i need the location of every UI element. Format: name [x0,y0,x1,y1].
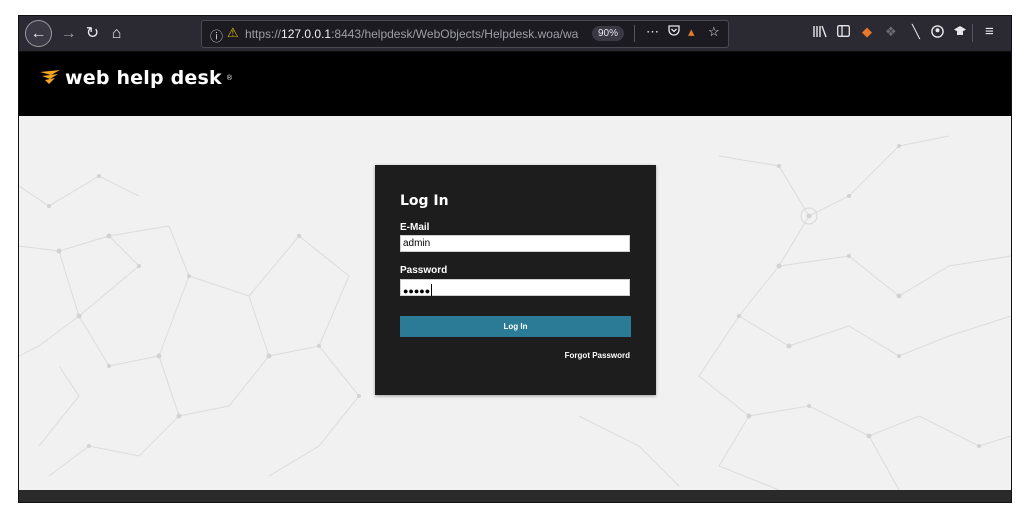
graduation-icon[interactable] [953,25,967,40]
logo-trademark: ® [226,74,232,82]
home-button[interactable]: ⌂ [103,20,130,47]
zoom-indicator[interactable]: 90% [592,26,625,41]
url-bar[interactable]: ⓘ ⚠ https://127.0.0.1:8443/helpdesk/WebO… [201,20,729,48]
email-field[interactable] [400,235,630,252]
text-caret [431,284,432,296]
app-header: web help desk ® [19,52,1011,116]
email-label: E-Mail [400,222,430,233]
dropper-icon[interactable]: ╲ [912,25,920,38]
url-path: :8443/helpdesk/WebObjects/Helpdesk.woa/w… [331,27,579,41]
home-icon: ⌂ [111,24,122,42]
hamburger-menu-icon[interactable]: ≡ [985,24,994,39]
warning-icon[interactable]: ⚠ [227,25,239,41]
library-icon[interactable] [813,25,827,40]
password-label: Password [400,265,448,276]
login-card: Log In E-Mail Password ●●●●● Log In Forg… [375,165,656,395]
more-icon[interactable]: ⋯ [646,24,659,40]
login-button[interactable]: Log In [400,316,631,337]
pocket-icon[interactable] [668,24,680,39]
password-field[interactable] [400,279,630,296]
browser-window: ← → ↻ ⌂ ⓘ ⚠ https://127.0.0.1:8443/helpd… [19,16,1011,502]
addon-icon[interactable]: ❖ [885,25,897,38]
url-scheme: https:// [245,27,282,41]
arrow-left-icon: ← [30,24,47,42]
arrow-right-icon: → [60,24,77,42]
forward-button[interactable]: → [55,20,82,47]
star-icon[interactable]: ☆ [708,24,720,40]
url-text[interactable]: https://127.0.0.1:8443/helpdesk/WebObjec… [245,27,578,41]
fox-extension-icon[interactable]: ◆ [862,25,872,38]
browser-toolbar: ← → ↻ ⌂ ⓘ ⚠ https://127.0.0.1:8443/helpd… [19,16,1011,52]
page-footer [19,490,1011,502]
reload-icon: ↻ [85,24,100,42]
extension-icon[interactable]: ▴ [688,24,695,40]
forgot-password-link[interactable]: Forgot Password [565,351,630,360]
brand-swoosh-icon [40,70,60,84]
account-icon[interactable] [931,25,944,40]
sidebar-icon[interactable] [837,25,850,39]
app-logo[interactable]: web help desk ® [39,67,232,89]
info-icon[interactable]: ⓘ [210,26,223,45]
url-host: 127.0.0.1 [281,27,332,41]
page-content: Log In E-Mail Password ●●●●● Log In Forg… [19,116,1011,490]
url-divider [634,25,635,42]
reload-button[interactable]: ↻ [79,20,106,47]
login-title: Log In [400,193,449,209]
back-button[interactable]: ← [25,20,52,47]
password-mask: ●●●●● [403,286,431,296]
toolbar-divider [972,24,973,42]
logo-text: web help desk [65,67,222,89]
